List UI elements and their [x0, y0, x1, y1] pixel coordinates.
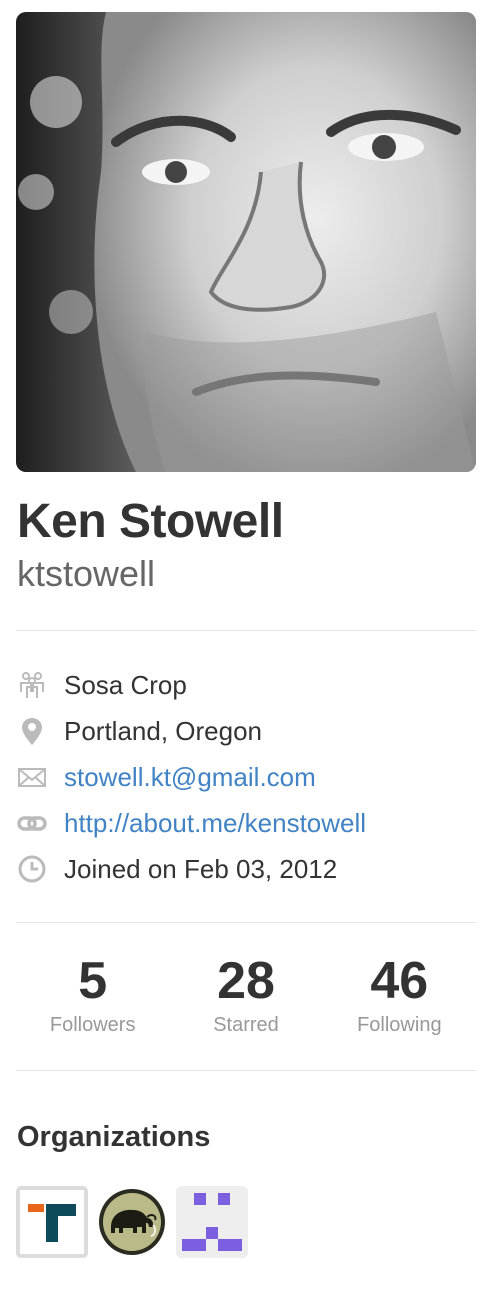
- followers-stat[interactable]: 5 Followers: [16, 950, 169, 1038]
- starred-count: 28: [217, 952, 275, 1010]
- organizations-heading: Organizations: [17, 1121, 211, 1153]
- divider: [16, 630, 476, 631]
- following-count: 46: [370, 952, 429, 1010]
- detail-joined: Joined on Feb 03, 2012: [16, 846, 476, 892]
- following-stat[interactable]: 46 Following: [323, 950, 476, 1038]
- organizations-list: [16, 1186, 256, 1258]
- followers-count: 5: [78, 952, 108, 1010]
- org-mammoth-logo-icon[interactable]: [96, 1186, 168, 1258]
- divider: [16, 1070, 476, 1071]
- website-link[interactable]: http://about.me/kenstowell: [64, 808, 366, 839]
- followers-label: Followers: [49, 1014, 136, 1036]
- detail-website: http://about.me/kenstowell: [16, 800, 476, 846]
- detail-location: Portland, Oregon: [16, 708, 476, 754]
- mail-icon: [16, 761, 48, 793]
- detail-company: Sosa Crop: [16, 662, 476, 708]
- org-identicon-icon[interactable]: [176, 1186, 248, 1258]
- profile-details: Sosa Crop Portland, Oregon stowell.kt@gm…: [16, 662, 476, 892]
- profile-stats: 5 Followers 28 Starred 46 Following: [16, 950, 476, 1038]
- avatar-photo: [16, 12, 476, 472]
- detail-email: stowell.kt@gmail.com: [16, 754, 476, 800]
- email-link[interactable]: stowell.kt@gmail.com: [64, 762, 316, 793]
- location-pin-icon: [16, 715, 48, 747]
- clock-icon: [16, 853, 48, 885]
- profile-fullname: Ken Stowell: [17, 495, 284, 548]
- following-label: Following: [357, 1014, 442, 1036]
- company-text: Sosa Crop: [64, 669, 187, 700]
- organization-icon: [16, 669, 48, 701]
- joined-text: Joined on Feb 03, 2012: [64, 853, 338, 884]
- org-r-logo-icon[interactable]: [16, 1186, 88, 1258]
- location-text: Portland, Oregon: [64, 715, 263, 746]
- profile-avatar[interactable]: [16, 12, 476, 472]
- link-icon: [16, 807, 48, 839]
- starred-stat[interactable]: 28 Starred: [169, 950, 322, 1038]
- profile-username: ktstowell: [17, 553, 156, 594]
- starred-label: Starred: [213, 1014, 279, 1036]
- divider: [16, 922, 476, 923]
